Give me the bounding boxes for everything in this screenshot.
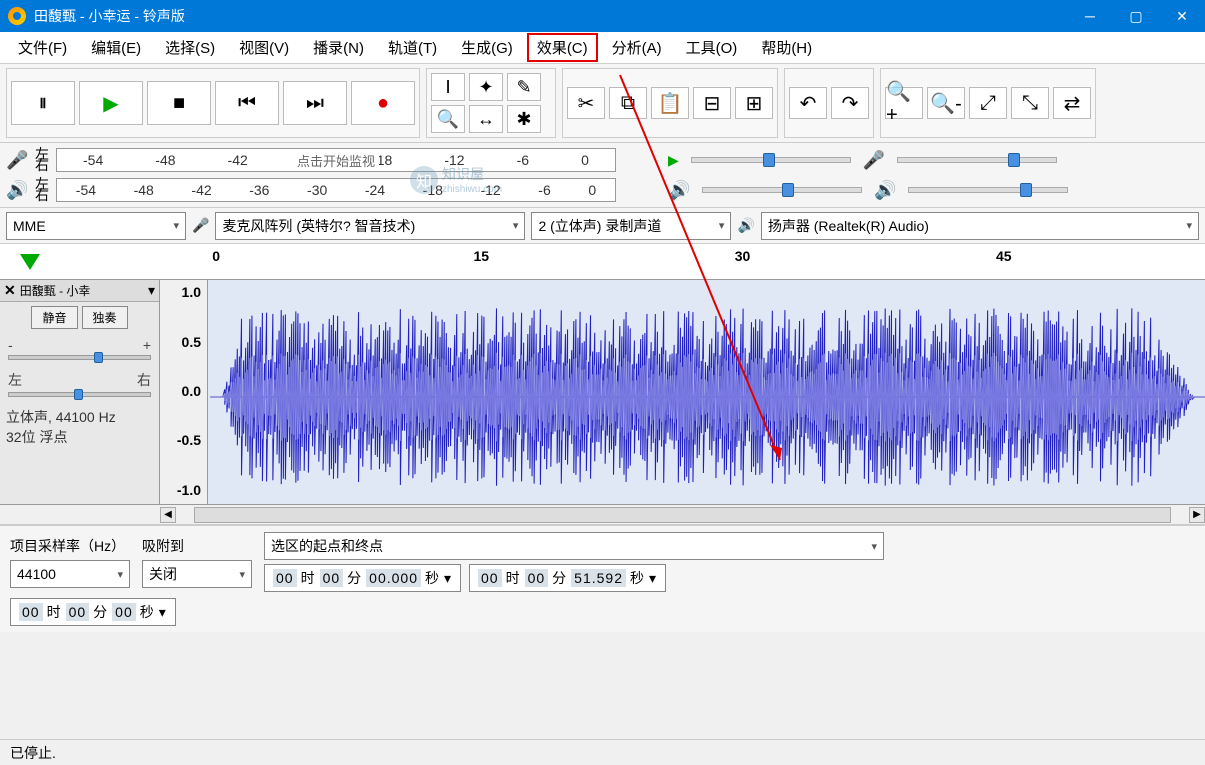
snap-to-combo[interactable]: 关闭▾ [142,560,252,588]
copy-button[interactable]: ⧉ [609,87,647,119]
project-rate-combo[interactable]: 44100▾ [10,560,130,588]
mute-button[interactable]: 静音 [31,306,77,329]
skip-start-button[interactable]: ⏮ [215,81,279,125]
audio-position-time[interactable]: 00时 00分 00秒▾ [10,598,176,626]
paste-button[interactable]: 📋 [651,87,689,119]
zoom-out-button[interactable]: 🔍- [927,87,965,119]
menu-effect[interactable]: 效果(C) [527,33,598,62]
menu-file[interactable]: 文件(F) [8,33,77,62]
track-close-button[interactable]: ✕ [4,282,16,299]
draw-tool[interactable]: ✎ [507,73,541,101]
redo-button[interactable]: ↷ [831,87,869,119]
track-name[interactable]: 田馥甄 - 小幸 [20,282,144,299]
recording-meter[interactable]: -54-48-42 点击开始监视 -24-18-12-60 [56,148,616,172]
device-toolbar: MME▾ 🎤 麦克风阵列 (英特尔? 智音技术)▾ 2 (立体声) 录制声道▾ … [0,208,1205,244]
window-title: 田馥甄 - 小幸运 - 铃声版 [34,6,1067,26]
pan-slider[interactable] [8,392,151,397]
zoom-tool[interactable]: 🔍 [431,105,465,133]
track-menu-icon[interactable]: ▾ [148,282,155,299]
close-button[interactable]: ✕ [1159,0,1205,32]
playhead-marker-icon[interactable] [20,254,40,270]
menu-analyze[interactable]: 分析(A) [602,33,672,62]
record-button[interactable]: ● [351,81,415,125]
playback-meter[interactable]: -54-48-42-36-30-24-18-12-60 [56,178,616,202]
speaker-vol-icon2: 🔊 [874,180,896,201]
recording-volume-slider[interactable] [897,157,1057,163]
toolbar-area: Ⅱ ▶ ■ ⏮ ⏭ ● Ⅰ ✦ ✎ 🔍 ↔ ✱ ✂ ⧉ 📋 ⊟ ⊞ ↶ ↷ 🔍+… [0,64,1205,143]
play-lr-label: 左右 [34,179,50,201]
multi-tool[interactable]: ✱ [507,105,541,133]
menu-edit[interactable]: 编辑(E) [81,33,151,62]
selection-toolbar: 项目采样率（Hz） 44100▾ 吸附到 关闭▾ 选区的起点和终点▾ 00时 0… [0,525,1205,632]
edit-toolbar: ✂ ⧉ 📋 ⊟ ⊞ [562,68,778,138]
zoom-toggle-button[interactable]: ⇄ [1053,87,1091,119]
speaker-vol-icon: 🔊 [668,180,690,201]
mic-vol-icon: 🎤 [863,150,885,171]
undo-toolbar: ↶ ↷ [784,68,874,138]
playback-speed-slider[interactable] [691,157,851,163]
mic-icon: 🎤 [6,150,28,171]
menu-select[interactable]: 选择(S) [155,33,225,62]
trim-button[interactable]: ⊟ [693,87,731,119]
selection-end-time[interactable]: 00时 00分 51.592秒▾ [469,564,666,592]
solo-button[interactable]: 独奏 [82,306,128,329]
menu-transport[interactable]: 播录(N) [303,33,374,62]
menu-tracks[interactable]: 轨道(T) [378,33,447,62]
transport-toolbar: Ⅱ ▶ ■ ⏮ ⏭ ● [6,68,420,138]
track-format-info: 立体声, 44100 Hz32位 浮点 [0,403,159,451]
recording-channels-combo[interactable]: 2 (立体声) 录制声道▾ [531,212,731,240]
playback-volume-slider2[interactable] [908,187,1068,193]
cut-button[interactable]: ✂ [567,87,605,119]
recording-device-combo[interactable]: 麦克风阵列 (英特尔? 智音技术)▾ [215,212,525,240]
status-bar: 已停止. [0,739,1205,765]
selection-start-time[interactable]: 00时 00分 00.000秒▾ [264,564,461,592]
titlebar: 田馥甄 - 小幸运 - 铃声版 ─ ▢ ✕ [0,0,1205,32]
meters-area: 🎤 左右 -54-48-42 点击开始监视 -24-18-12-60 ▶ 🎤 🔊… [0,143,1205,208]
track-control-panel: ✕ 田馥甄 - 小幸 ▾ 静音 独奏 -+ 左右 立体声, 44100 Hz32… [0,280,160,504]
waveform-display[interactable]: 1.0 0.5 0.0 -0.5 -1.0 [160,280,1205,504]
maximize-button[interactable]: ▢ [1113,0,1159,32]
audio-host-combo[interactable]: MME▾ [6,212,186,240]
play-button[interactable]: ▶ [79,81,143,125]
fit-selection-button[interactable]: ⤢ [969,87,1007,119]
tools-toolbar: Ⅰ ✦ ✎ 🔍 ↔ ✱ [426,68,556,138]
timeshift-tool[interactable]: ↔ [469,105,503,133]
rec-meter-hint: 点击开始监视 [293,151,379,170]
app-logo-icon [8,7,26,25]
menu-view[interactable]: 视图(V) [229,33,299,62]
mic-device-icon: 🎤 [192,217,209,234]
undo-button[interactable]: ↶ [789,87,827,119]
menu-tools[interactable]: 工具(O) [676,33,748,62]
envelope-tool[interactable]: ✦ [469,73,503,101]
menu-generate[interactable]: 生成(G) [451,33,523,62]
snap-to-label: 吸附到 [142,536,252,556]
speaker-device-icon: 🔊 [737,217,754,234]
zoom-in-button[interactable]: 🔍+ [885,87,923,119]
playback-volume-slider[interactable] [702,187,862,193]
gain-slider[interactable] [8,355,151,360]
selection-mode-combo[interactable]: 选区的起点和终点▾ [264,532,884,560]
watermark: 知 知识屋zhishiwu.com [410,164,502,195]
rec-lr-label: 左右 [34,149,50,171]
status-text: 已停止. [10,745,56,761]
speaker-icon: 🔊 [6,180,28,201]
track-area: ✕ 田馥甄 - 小幸 ▾ 静音 独奏 -+ 左右 立体声, 44100 Hz32… [0,280,1205,505]
stop-button[interactable]: ■ [147,81,211,125]
fit-project-button[interactable]: ⤡ [1011,87,1049,119]
menu-bar: 文件(F) 编辑(E) 选择(S) 视图(V) 播录(N) 轨道(T) 生成(G… [0,32,1205,64]
minimize-button[interactable]: ─ [1067,0,1113,32]
playback-device-combo[interactable]: 扬声器 (Realtek(R) Audio)▾ [761,212,1199,240]
zoom-toolbar: 🔍+ 🔍- ⤢ ⤡ ⇄ [880,68,1096,138]
pause-button[interactable]: Ⅱ [11,81,75,125]
timeline-ruler[interactable]: 0 15 30 45 [0,244,1205,280]
silence-button[interactable]: ⊞ [735,87,773,119]
waveform-svg [160,280,1205,515]
project-rate-label: 项目采样率（Hz） [10,536,130,556]
menu-help[interactable]: 帮助(H) [751,33,822,62]
selection-tool[interactable]: Ⅰ [431,73,465,101]
play-meter-play-icon: ▶ [668,152,679,169]
skip-end-button[interactable]: ⏭ [283,81,347,125]
